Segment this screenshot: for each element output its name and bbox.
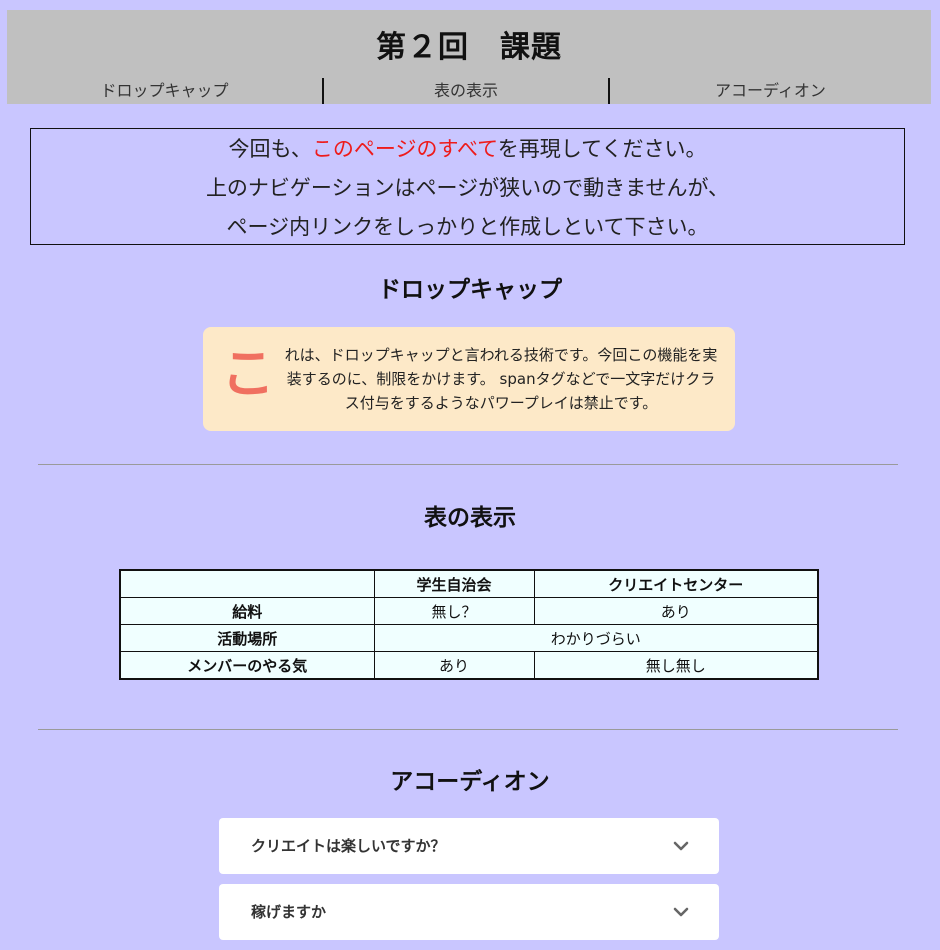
table-cell: あり bbox=[373, 651, 535, 680]
instructions-line-1-start: 今回も、 bbox=[228, 137, 312, 161]
comparison-table: 学生自治会 クリエイトセンター 給料 無し？ あり 活動場所 わかりづらい メン… bbox=[119, 569, 819, 680]
table-header-row: 学生自治会 クリエイトセンター bbox=[119, 569, 819, 598]
section-heading-accordion: アコーディオン bbox=[390, 769, 550, 795]
nav-link-table[interactable]: 表の表示 bbox=[322, 78, 610, 104]
instructions-line-3: ページ内リンクをしっかりと作成しといて下さい。 bbox=[226, 215, 709, 239]
dropcap-letter: こ bbox=[221, 341, 275, 405]
chevron-down-icon[interactable] bbox=[671, 902, 691, 922]
table-row-label: 活動場所 bbox=[119, 624, 375, 652]
page-title: 第２回 課題 bbox=[376, 30, 562, 65]
dropcap-paragraph: れは、ドロップキャップと言われる技術です。今回この機能を実装するのに、制限をかけ… bbox=[284, 346, 718, 412]
section-divider bbox=[38, 729, 898, 730]
page-header: 第２回 課題 ドロップキャップ 表の表示 アコーディオン bbox=[7, 10, 931, 104]
table-cell: 無し？ bbox=[373, 597, 535, 625]
section-heading-table: 表の表示 bbox=[424, 505, 516, 531]
chevron-down-icon[interactable] bbox=[671, 836, 691, 856]
main-nav: ドロップキャップ 表の表示 アコーディオン bbox=[7, 78, 931, 104]
table-cell: あり bbox=[533, 597, 819, 625]
nav-link-accordion[interactable]: アコーディオン bbox=[610, 78, 931, 104]
accordion-question: 稼げますか bbox=[251, 903, 327, 921]
dropcap-box: こ れは、ドロップキャップと言われる技術です。今回この機能を実装するのに、制限を… bbox=[203, 327, 735, 431]
instructions-highlight: このページのすべて bbox=[311, 137, 498, 161]
accordion-item[interactable]: 稼げますか bbox=[219, 884, 719, 940]
table-row-label: 給料 bbox=[119, 597, 375, 625]
accordion-question: クリエイトは楽しいですか？ bbox=[251, 837, 446, 855]
table-row: 給料 無し？ あり bbox=[119, 597, 819, 625]
table-row: 活動場所 わかりづらい bbox=[119, 624, 819, 652]
table-header-cell: 学生自治会 bbox=[373, 569, 535, 598]
section-heading-dropcap: ドロップキャップ bbox=[378, 277, 562, 303]
instructions-line-1-end: を再現してください。 bbox=[497, 137, 707, 161]
instructions-line-1: 今回も、このページのすべてを再現してください。 bbox=[31, 130, 904, 169]
table-cell: 無し無し bbox=[533, 651, 819, 680]
instructions-line-2: 上のナビゲーションはページが狭いので動きませんが、 bbox=[205, 176, 730, 200]
table-row-label: メンバーのやる気 bbox=[119, 651, 375, 680]
accordion-item[interactable]: クリエイトは楽しいですか？ bbox=[219, 818, 719, 874]
table-header-cell bbox=[119, 569, 375, 598]
table-cell-merged: わかりづらい bbox=[373, 624, 819, 652]
nav-link-dropcap[interactable]: ドロップキャップ bbox=[7, 78, 322, 104]
table-row: メンバーのやる気 あり 無し無し bbox=[119, 651, 819, 680]
table-header-cell: クリエイトセンター bbox=[533, 569, 819, 598]
instructions-box: 今回も、このページのすべてを再現してください。 上のナビゲーションはページが狭い… bbox=[30, 128, 905, 245]
section-divider bbox=[38, 464, 898, 465]
